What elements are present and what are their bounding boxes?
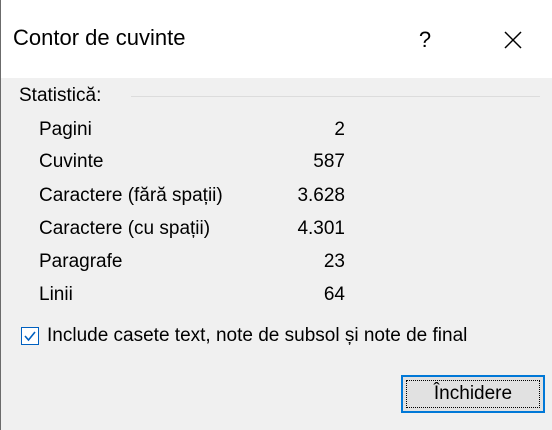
include-textboxes-option[interactable]: Include casete text, note de subsol și n… <box>21 320 467 352</box>
stat-label: Caractere (cu spații) <box>39 218 211 239</box>
stat-value: 3.628 <box>297 185 345 206</box>
stat-row-chars-with-spaces: Caractere (cu spații) 4.301 <box>39 213 345 245</box>
stat-label: Cuvinte <box>39 151 104 172</box>
stat-label: Pagini <box>39 119 92 140</box>
close-dialog-button[interactable]: Închidere <box>401 375 545 413</box>
stat-label: Linii <box>39 284 73 305</box>
stat-value: 23 <box>323 251 345 272</box>
word-count-dialog: Contor de cuvinte ? Statistică: Pagini 2… <box>0 0 552 430</box>
stat-row-lines: Linii 64 <box>39 279 345 311</box>
title-bar: Contor de cuvinte ? <box>1 0 552 78</box>
stat-row-pages: Pagini 2 <box>39 114 345 146</box>
stat-row-chars-no-spaces: Caractere (fără spații) 3.628 <box>39 180 345 212</box>
include-textboxes-checkbox[interactable] <box>21 327 39 345</box>
dialog-title: Contor de cuvinte <box>13 25 186 50</box>
include-textboxes-label[interactable]: Include casete text, note de subsol și n… <box>47 324 467 348</box>
help-button[interactable]: ? <box>399 14 451 66</box>
stat-value: 4.301 <box>297 218 345 239</box>
close-button[interactable] <box>487 14 539 66</box>
section-divider <box>131 96 540 97</box>
stat-row-words: Cuvinte 587 <box>39 146 345 178</box>
stat-label: Caractere (fără spații) <box>39 185 223 206</box>
checkmark-icon <box>24 331 36 342</box>
stat-row-paragraphs: Paragrafe 23 <box>39 246 345 278</box>
stat-value: 2 <box>334 119 345 140</box>
statistics-heading: Statistică: <box>19 84 110 108</box>
close-icon <box>504 31 522 49</box>
close-dialog-label: Închidere <box>433 383 513 404</box>
stat-value: 587 <box>313 151 345 172</box>
stat-label: Paragrafe <box>39 251 123 272</box>
stat-value: 64 <box>323 284 345 305</box>
